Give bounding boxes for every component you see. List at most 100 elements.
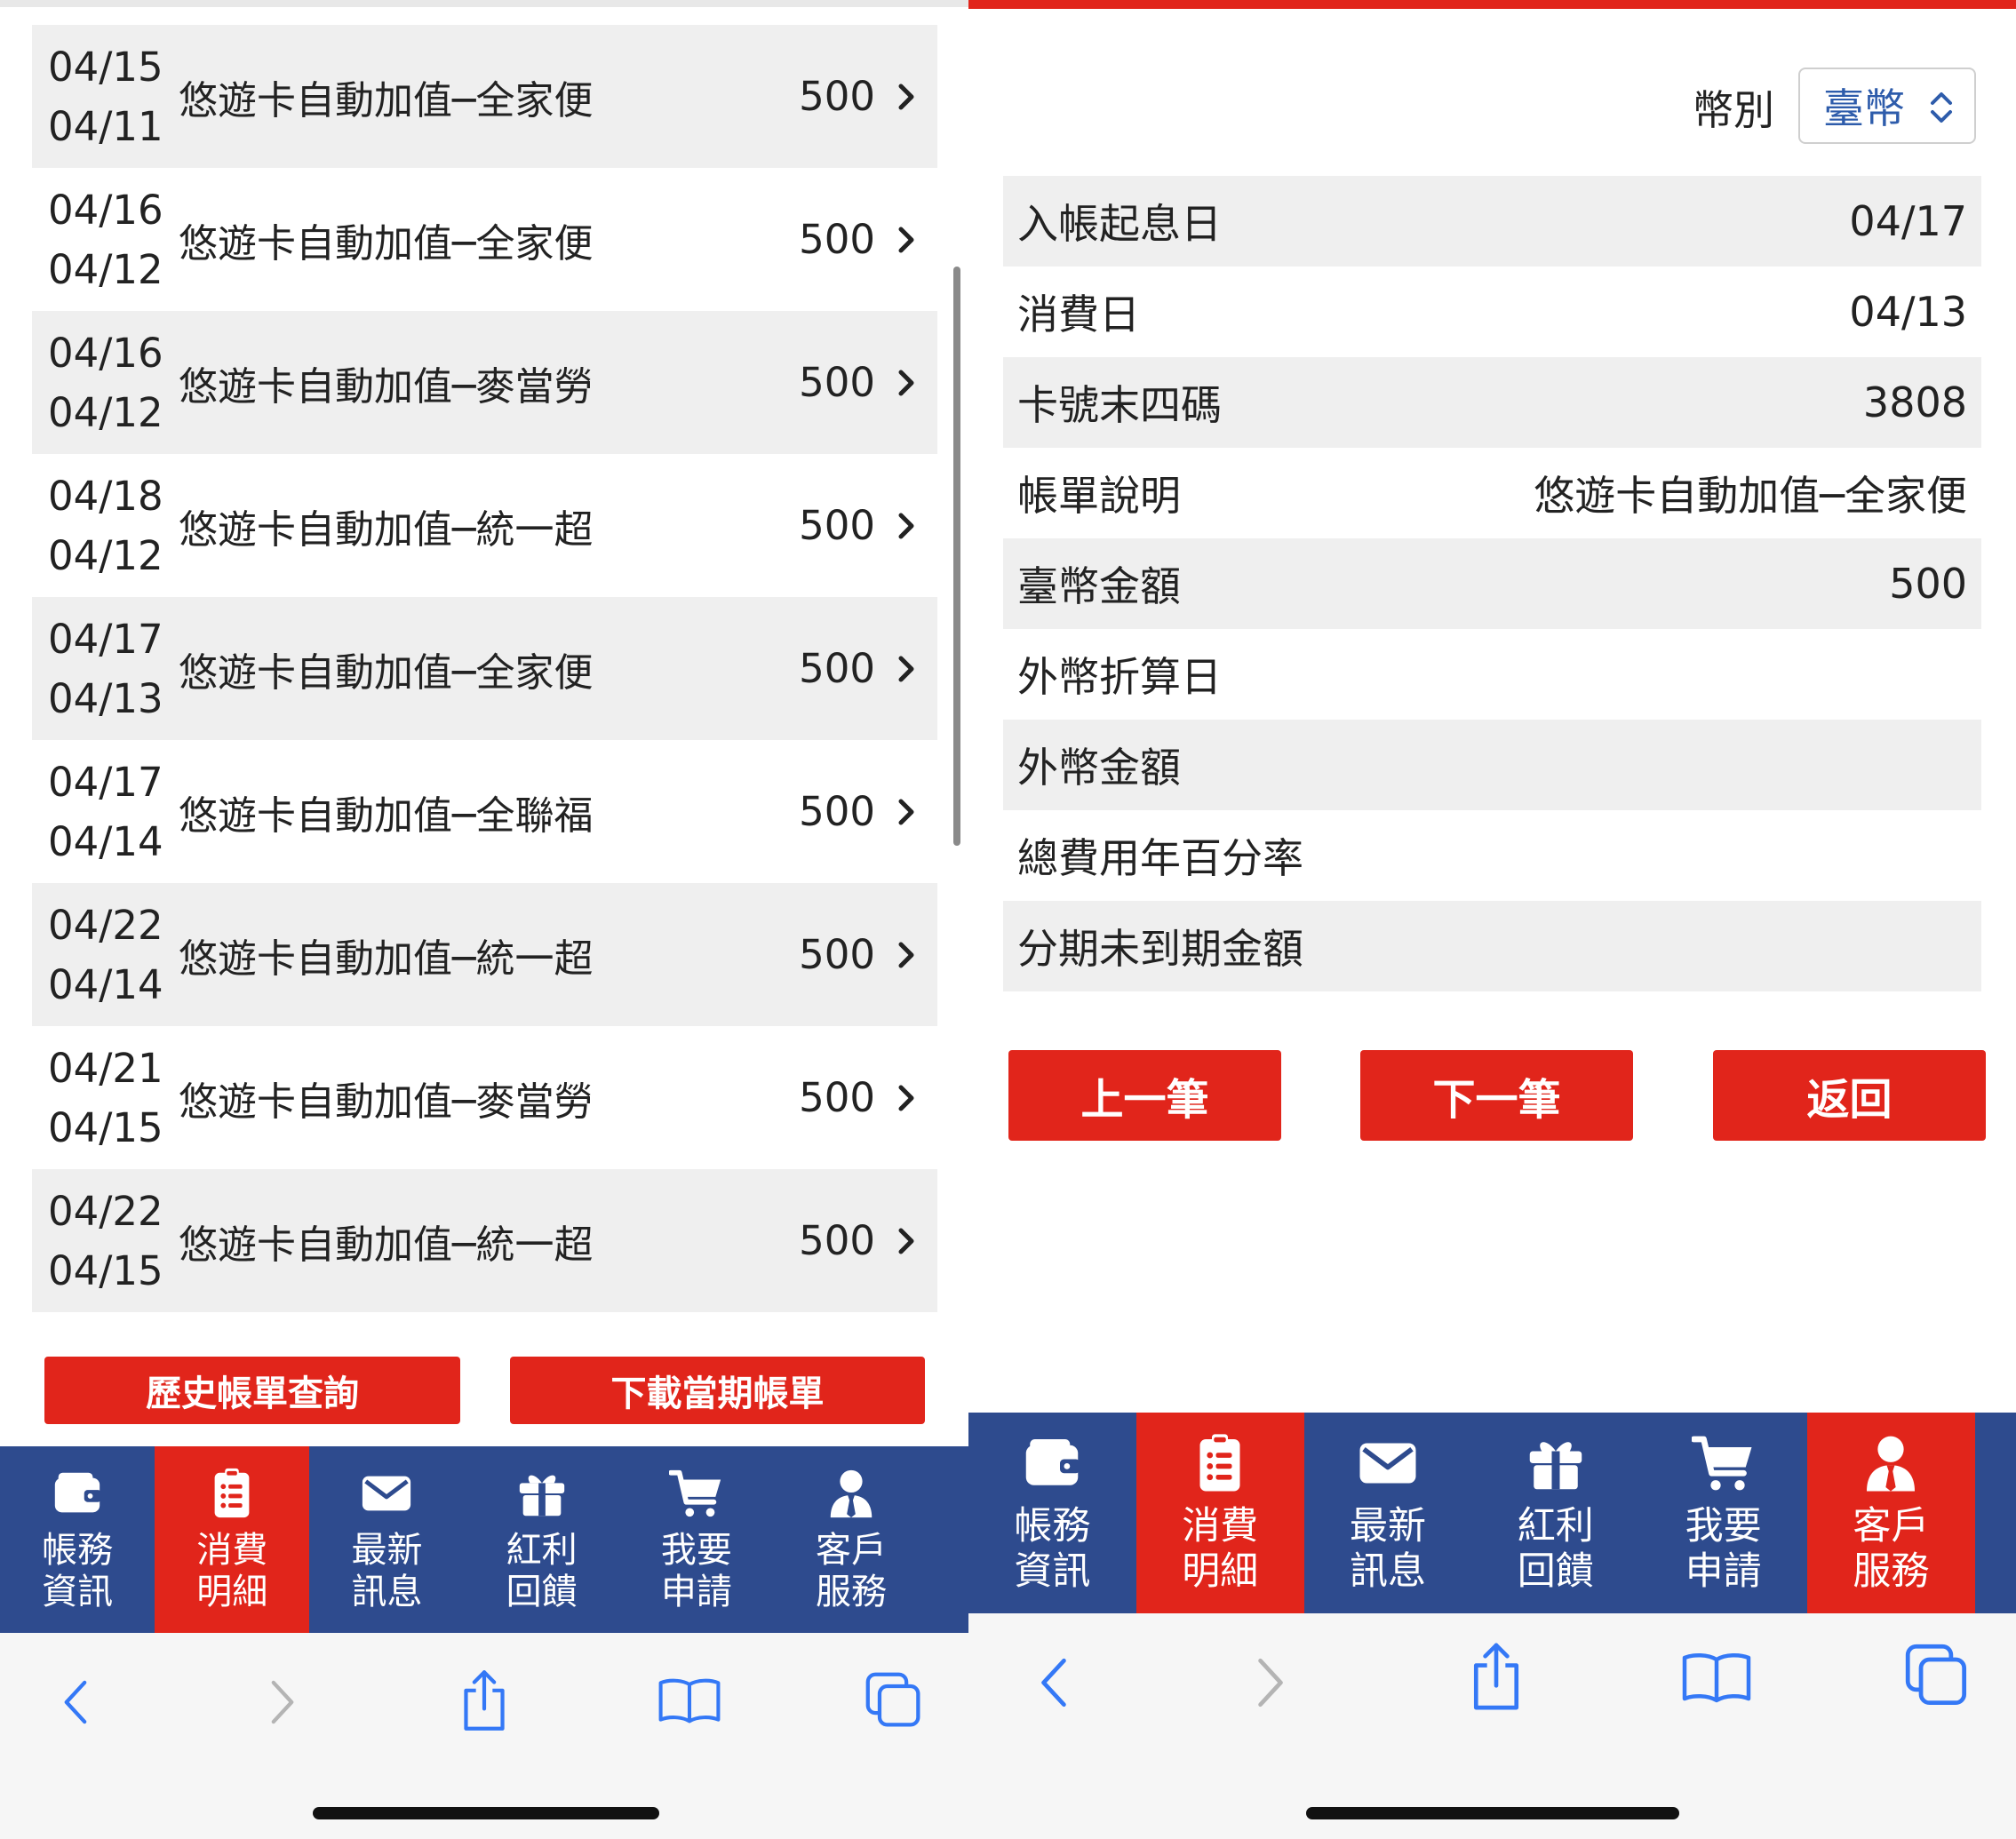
chevron-right-icon: [875, 513, 937, 539]
detail-row: 消費日 04/13: [1003, 267, 1981, 357]
transaction-row[interactable]: 04/22 04/14 悠遊卡自動加值─統一超 500: [32, 883, 937, 1026]
tabs-icon[interactable]: [1901, 1640, 1972, 1711]
tab-account-info[interactable]: 帳務 資訊: [968, 1413, 1136, 1613]
detail-label: 消費日: [1017, 291, 1140, 338]
chevron-right-icon: [875, 1228, 937, 1254]
tab-bonus-rewards[interactable]: 紅利 回饋: [1471, 1413, 1639, 1613]
transaction-dates: 04/15 04/11: [32, 37, 179, 156]
transaction-row[interactable]: 04/22 04/15 悠遊卡自動加值─統一超 500: [32, 1169, 937, 1312]
post-date: 04/18: [48, 472, 163, 520]
transaction-date: 04/14: [48, 817, 163, 865]
detail-label: 入帳起息日: [1017, 200, 1222, 248]
tab-label-line2: 明細: [1182, 1549, 1259, 1594]
return-button[interactable]: 返回: [1713, 1050, 1986, 1141]
bookmarks-icon[interactable]: [1677, 1645, 1756, 1709]
forward-arrow-icon[interactable]: [256, 1670, 309, 1734]
detail-value: 500: [1889, 560, 1967, 608]
tab-label-line2: 申請: [1685, 1549, 1762, 1594]
tab-latest-news[interactable]: 最新 訊息: [309, 1446, 464, 1633]
transaction-row[interactable]: 04/17 04/13 悠遊卡自動加值─全家便 500: [32, 597, 937, 740]
chevron-right-icon: [875, 227, 937, 253]
transaction-description: 悠遊卡自動加值─統一超: [179, 506, 594, 553]
tab-apply[interactable]: 我要 申請: [619, 1446, 774, 1633]
tab-spending-detail[interactable]: 消費 明細: [1135, 1413, 1304, 1613]
transaction-dates: 04/18 04/12: [32, 466, 179, 585]
transaction-description: 悠遊卡自動加值─全家便: [179, 220, 594, 267]
post-date: 04/22: [48, 1187, 163, 1235]
tab-latest-news[interactable]: 最新 訊息: [1304, 1413, 1472, 1613]
transaction-row[interactable]: 04/15 04/11 悠遊卡自動加值─全家便 500: [32, 25, 937, 168]
transaction-date: 04/11: [48, 102, 163, 150]
currency-value: 臺幣: [1823, 84, 1905, 132]
tab-label-line1: 我要: [660, 1529, 732, 1571]
browser-toolbar: [0, 1633, 968, 1839]
transaction-date: 04/15: [48, 1246, 163, 1294]
post-date: 04/16: [48, 329, 163, 377]
forward-arrow-icon[interactable]: [1242, 1647, 1299, 1718]
detail-table: 入帳起息日 04/17 消費日 04/13 卡號末四碼 3808 帳單說明 悠遊卡自動加…: [1003, 176, 1981, 991]
envelope-icon: [359, 1466, 414, 1521]
detail-value: 3808: [1862, 378, 1967, 426]
tab-spending-detail[interactable]: 消費 明細: [155, 1446, 310, 1633]
tabs-icon[interactable]: [862, 1668, 926, 1732]
back-arrow-icon[interactable]: [1025, 1647, 1082, 1718]
top-divider: [0, 0, 968, 7]
detail-label: 分期未到期金額: [1017, 925, 1303, 973]
share-icon[interactable]: [1462, 1636, 1530, 1716]
transaction-dates: 04/21 04/15: [32, 1039, 179, 1158]
transaction-row[interactable]: 04/18 04/12 悠遊卡自動加值─統一超 500: [32, 454, 937, 597]
history-statement-button[interactable]: 歷史帳單查詢: [44, 1357, 460, 1424]
tab-label-line1: 最新: [351, 1529, 423, 1571]
download-statement-button[interactable]: 下載當期帳單: [510, 1357, 925, 1424]
chevron-right-icon: [875, 656, 937, 682]
transaction-row[interactable]: 04/16 04/12 悠遊卡自動加值─麥當勞 500: [32, 311, 937, 454]
transaction-detail-screen: 幣別 臺幣 入帳起息日 04/17 消費日 04/13 卡號末四碼 3808 帳單說明…: [968, 0, 2016, 1839]
detail-value: 04/17: [1849, 197, 1967, 245]
transaction-row[interactable]: 04/16 04/12 悠遊卡自動加值─全家便 500: [32, 168, 937, 311]
post-date: 04/15: [48, 43, 163, 91]
detail-label: 卡號末四碼: [1017, 381, 1222, 429]
transaction-row[interactable]: 04/21 04/15 悠遊卡自動加值─麥當勞 500: [32, 1026, 937, 1169]
tab-label-line2: 回饋: [506, 1572, 578, 1612]
chevron-right-icon: [875, 799, 937, 825]
home-indicator: [1306, 1807, 1679, 1819]
tab-account-info[interactable]: 帳務 資訊: [0, 1446, 155, 1633]
bookmarks-icon[interactable]: [654, 1672, 725, 1729]
tab-label-line2: 申請: [660, 1572, 732, 1612]
tab-customer-service[interactable]: 客戶 服務: [774, 1446, 928, 1633]
bottom-tab-bar: 帳務 資訊 消費 明細 最新 訊息 紅利 回饋 我要 申請 客戶 服務: [968, 1413, 2016, 1613]
chevron-right-icon: [875, 942, 937, 968]
scrollbar[interactable]: [953, 267, 960, 846]
previous-record-button[interactable]: 上一筆: [1008, 1050, 1281, 1141]
tab-label-line1: 消費: [196, 1529, 268, 1571]
tab-label-line2: 明細: [196, 1572, 268, 1612]
tab-bonus-rewards[interactable]: 紅利 回饋: [465, 1446, 619, 1633]
transaction-row[interactable]: 04/17 04/14 悠遊卡自動加值─全聯福 500: [32, 740, 937, 883]
next-record-button[interactable]: 下一筆: [1360, 1050, 1633, 1141]
post-date: 04/22: [48, 901, 163, 949]
home-indicator: [313, 1807, 659, 1819]
tab-label-line1: 帳務: [42, 1529, 114, 1571]
transaction-amount: 500: [799, 1217, 875, 1264]
tab-label-line1: 最新: [1349, 1504, 1426, 1549]
transaction-amount: 500: [799, 788, 875, 835]
tab-label-line1: 客戶: [1853, 1504, 1930, 1549]
detail-row: 卡號末四碼 3808: [1003, 357, 1981, 448]
share-icon[interactable]: [453, 1665, 515, 1736]
cart-icon: [1691, 1431, 1756, 1495]
tab-label-line2: 回饋: [1517, 1549, 1594, 1594]
detail-label: 帳單說明: [1017, 472, 1181, 520]
transaction-dates: 04/17 04/13: [32, 609, 179, 728]
transaction-amount: 500: [799, 73, 875, 120]
currency-select[interactable]: 臺幣: [1798, 68, 1976, 144]
tab-apply[interactable]: 我要 申請: [1639, 1413, 1807, 1613]
detail-row: 外幣折算日: [1003, 629, 1981, 720]
transaction-dates: 04/22 04/15: [32, 1182, 179, 1301]
transaction-date: 04/14: [48, 960, 163, 1008]
tab-customer-service[interactable]: 客戶 服務: [1806, 1413, 1975, 1613]
tab-label-line2: 服務: [1853, 1549, 1930, 1594]
tab-label-line1: 客戶: [816, 1529, 888, 1571]
transaction-date: 04/12: [48, 388, 163, 436]
back-arrow-icon[interactable]: [49, 1670, 102, 1734]
header-accent-bar: [968, 0, 2016, 9]
